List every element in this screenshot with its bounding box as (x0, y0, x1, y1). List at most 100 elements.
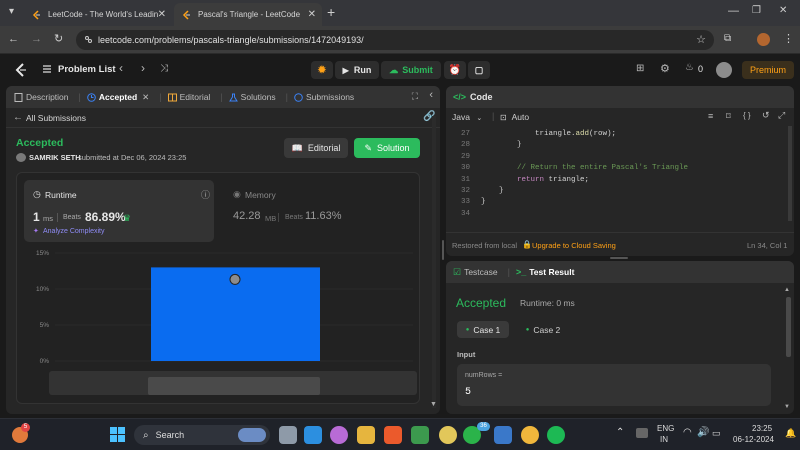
tab-submissions[interactable]: Submissions (294, 92, 354, 102)
new-tab-icon[interactable]: + (327, 4, 335, 20)
editor-scrollbar[interactable] (788, 126, 792, 221)
auto-mode-toggle[interactable]: ⊡ Auto (500, 112, 529, 122)
runtime-card[interactable]: ◷ Runtime ⓘ 1 ms Beats 86.89% ♛ ✦ Analyz… (24, 180, 214, 242)
fullscreen-icon[interactable]: ⛶ (412, 91, 418, 102)
notifications-bell-icon[interactable]: 🔔 (785, 428, 796, 439)
profile-avatar[interactable] (757, 33, 770, 46)
code-line[interactable]: 32 } (446, 186, 776, 198)
info-icon[interactable]: ⓘ (201, 188, 210, 201)
code-editor[interactable]: 27 triangle.add(row); 28 } 29 30 // Return … (446, 126, 786, 226)
reset-code-icon[interactable]: ↺ (762, 110, 770, 121)
settings-gear-icon[interactable]: ⚙ (660, 62, 670, 75)
prev-problem-icon[interactable]: ‹ (119, 61, 123, 75)
layout-grid-icon[interactable]: ⊞ (636, 63, 644, 74)
back-arrow-icon[interactable]: ← (13, 112, 23, 123)
tab-test-result[interactable]: >_ Test Result (516, 267, 574, 277)
format-icon[interactable]: ≡ (708, 111, 713, 121)
windows-start-icon[interactable] (110, 427, 125, 442)
battery-icon[interactable]: ▭ (712, 428, 721, 439)
scrollbar-track[interactable] (432, 116, 436, 408)
user-avatar[interactable] (716, 62, 732, 78)
extensions-icon[interactable]: ⧉ (724, 33, 731, 44)
next-problem-icon[interactable]: › (141, 61, 145, 75)
chrome-icon[interactable] (439, 426, 457, 444)
bookmark-icon[interactable]: ⌑ (726, 111, 731, 122)
close-tab-icon[interactable]: ✕ (308, 9, 316, 20)
scroll-up-icon[interactable]: ▲ (784, 287, 790, 293)
debug-button[interactable]: ✹ (311, 61, 333, 79)
code-line[interactable]: 29 (446, 152, 776, 164)
language-select[interactable]: Java ⌄ (452, 112, 482, 122)
tab-editorial[interactable]: Editorial (167, 92, 210, 102)
close-tab-x-icon[interactable]: ✕ (142, 92, 149, 103)
code-line[interactable]: 27 triangle.add(row); (446, 129, 776, 141)
spotify-icon[interactable] (547, 426, 565, 444)
bookmark-star-icon[interactable]: ☆ (696, 33, 706, 46)
file-explorer-icon[interactable] (357, 426, 375, 444)
taskbar-search-box[interactable]: ⌕ Search (134, 425, 270, 445)
tray-chevron-icon[interactable]: ⌃ (616, 427, 624, 438)
code-line[interactable]: 30 // Return the entire Pascal's Triangl… (446, 163, 776, 175)
shuffle-icon[interactable]: ⤨ (160, 63, 168, 74)
notes-app-icon[interactable] (494, 426, 512, 444)
close-window-icon[interactable]: ✕ (779, 5, 787, 16)
browser-menu-icon[interactable]: ⋮ (783, 32, 794, 45)
case-2-tab[interactable]: ● Case 2 (518, 321, 568, 338)
problem-list-link[interactable]: Problem List (58, 64, 116, 75)
braces-icon[interactable]: { } (743, 111, 751, 120)
solution-button[interactable]: ✎ Solution (354, 138, 420, 158)
minimize-icon[interactable]: — (728, 5, 739, 17)
vertical-splitter-handle[interactable] (442, 240, 444, 260)
forward-arrow-icon[interactable]: → (31, 33, 42, 45)
streak-flame-icon[interactable]: ♨ (685, 62, 694, 73)
browser-tab-leetcode-home[interactable]: LeetCode - The World's Leadin ✕ (24, 3, 172, 26)
code-line[interactable]: 34 (446, 209, 776, 221)
case-1-tab[interactable]: ● Case 1 (457, 321, 509, 338)
task-view-icon[interactable] (279, 426, 297, 444)
back-arrow-icon[interactable]: ← (8, 33, 19, 45)
tray-app-icon[interactable] (636, 428, 648, 438)
language-indicator[interactable]: ENG (657, 424, 674, 433)
reload-icon[interactable]: ↻ (54, 32, 63, 45)
tab-description[interactable]: Description (14, 92, 69, 102)
leetcode-logo-icon[interactable] (14, 62, 28, 78)
chrome-profile-icon[interactable] (521, 426, 539, 444)
close-tab-icon[interactable]: ✕ (158, 9, 166, 20)
result-scrollbar[interactable] (786, 297, 791, 357)
site-info-icon[interactable] (84, 35, 93, 44)
tab-solutions[interactable]: Solutions (228, 92, 276, 102)
url-input[interactable]: leetcode.com/problems/pascals-triangle/s… (76, 30, 714, 50)
submit-button[interactable]: ☁ Submit (381, 61, 441, 79)
scroll-down-icon[interactable]: ▼ (784, 404, 790, 410)
upgrade-cloud-link[interactable]: Upgrade to Cloud Saving (532, 241, 616, 250)
collapse-chevron-icon[interactable]: ‹ (429, 89, 433, 101)
brave-icon[interactable] (384, 426, 402, 444)
memory-card[interactable]: ◉ Memory 42.28 MB Beats 11.63% (224, 180, 414, 242)
clock-time[interactable]: 23:25 (752, 424, 772, 433)
horizontal-splitter-handle[interactable] (610, 257, 628, 259)
code-line[interactable]: 28 } (446, 140, 776, 152)
expand-icon[interactable]: ⤢ (778, 110, 785, 121)
run-button[interactable]: ▶ Run (335, 61, 379, 79)
scroll-down-icon[interactable]: ▼ (430, 401, 437, 408)
code-line[interactable]: 33} (446, 197, 776, 209)
code-line[interactable]: 31 return triangle; (446, 175, 776, 187)
tab-accepted[interactable]: Accepted ✕ (87, 92, 149, 103)
volume-icon[interactable]: 🔊 (697, 427, 709, 438)
copilot-icon[interactable] (330, 426, 348, 444)
restore-icon[interactable]: ❐ (752, 5, 761, 16)
all-submissions-link[interactable]: All Submissions (26, 113, 86, 123)
submitter-name[interactable]: SAMRIK SETH (29, 153, 81, 162)
chart-range-selection[interactable] (148, 377, 320, 395)
wifi-icon[interactable]: ◠ (683, 427, 692, 438)
editorial-button[interactable]: 📖 Editorial (284, 138, 348, 158)
premium-button[interactable]: Premium (742, 61, 794, 79)
vscode-icon[interactable] (304, 426, 322, 444)
tab-search-icon[interactable]: ▾ (9, 6, 14, 17)
your-submission-avatar[interactable] (229, 273, 241, 285)
browser-tab-pascals-triangle[interactable]: Pascal's Triangle - LeetCode ✕ (174, 3, 322, 26)
timer-button[interactable]: ⏰ (444, 61, 466, 79)
word-app-icon[interactable] (411, 426, 429, 444)
notes-button[interactable]: ▢ (468, 61, 490, 79)
tab-testcase[interactable]: ☑ Testcase (453, 267, 498, 278)
